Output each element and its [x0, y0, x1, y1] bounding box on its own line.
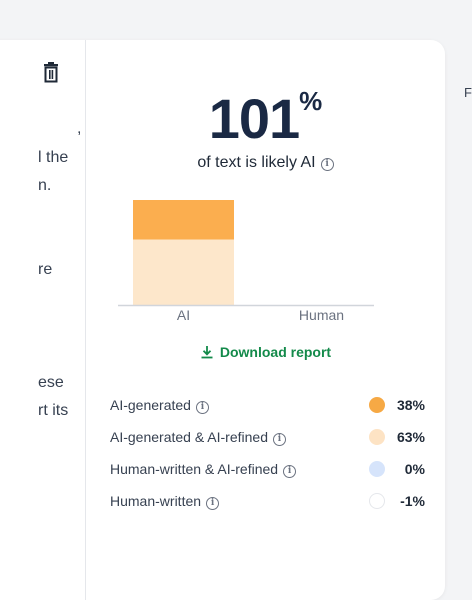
legend-swatch — [369, 461, 385, 477]
input-text-line: re — [38, 261, 53, 278]
background-text: F — [464, 85, 472, 100]
info-icon[interactable]: i — [195, 401, 209, 414]
input-text-line: ese — [38, 374, 64, 391]
category-label-human: Human — [299, 307, 344, 323]
input-text-line: rt its — [38, 402, 69, 419]
legend-value: 63% — [396, 429, 425, 445]
percent-sign: % — [299, 86, 323, 116]
download-label: Download report — [219, 344, 332, 360]
info-icon[interactable]: i — [283, 465, 297, 478]
legend-label: AI-generated i — [110, 397, 209, 414]
input-text-pane[interactable]: , l the n. re ese rt its — [0, 40, 86, 600]
legend-value: 38% — [396, 397, 425, 413]
input-text-line: , — [77, 120, 82, 137]
results-pane: 101% of text is likely AI i AI Human Downl… — [86, 40, 445, 600]
ai-percentage: 101% — [86, 86, 445, 151]
result-subtitle: of text is likely AI i — [86, 154, 445, 172]
detector-card: , l the n. re ese rt its 101% of text is… — [0, 40, 445, 600]
input-text-line: n. — [38, 177, 52, 194]
info-icon[interactable]: i — [320, 158, 334, 171]
info-icon[interactable]: i — [273, 433, 286, 446]
percentage-value: 101 — [208, 87, 300, 150]
legend-label: Human-written & AI-refined i — [110, 461, 297, 478]
legend-swatch — [369, 493, 385, 509]
legend-value: 0% — [404, 461, 425, 477]
legend-row-human-written: Human-written i -1% — [110, 491, 425, 511]
download-report-button[interactable]: Download report — [86, 344, 445, 360]
legend-row-ai-generated: AI-generated i 38% — [110, 395, 425, 415]
bar-ai-segment-1 — [133, 200, 234, 240]
distribution-chart: AI Human — [118, 200, 374, 323]
input-text-line: l the — [38, 149, 69, 166]
legend-row-human-written-refined: Human-written & AI-refined i 0% — [110, 459, 425, 479]
legend-value: -1% — [400, 493, 425, 509]
info-icon[interactable]: i — [206, 497, 220, 510]
legend-row-ai-generated-refined: AI-generated & AI-refined i 63% — [110, 427, 425, 447]
subtitle-text: of text is likely AI — [197, 154, 316, 171]
legend-label: AI-generated & AI-refined i — [110, 429, 286, 446]
legend-label: Human-written i — [110, 493, 220, 510]
legend-swatch — [369, 397, 385, 413]
trash-icon[interactable] — [41, 62, 61, 84]
category-label-ai: AI — [177, 307, 190, 323]
bar-ai-segment-0 — [133, 239, 234, 305]
download-icon — [201, 346, 213, 359]
legend-swatch — [369, 429, 385, 445]
